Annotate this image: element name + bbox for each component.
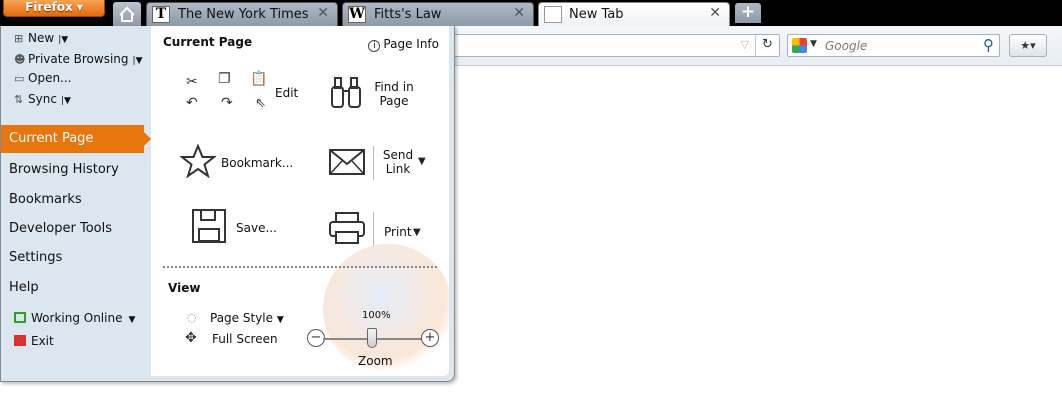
divider (373, 212, 374, 246)
edit-label: Edit (275, 86, 299, 100)
menu-item-new[interactable]: ⊞ New |▼ (14, 31, 68, 45)
blank-page-icon (544, 6, 562, 23)
plus-icon: + (424, 330, 436, 345)
zoom-slider-thumb[interactable] (367, 328, 377, 348)
star-icon[interactable] (180, 144, 216, 178)
tab-label: New Tab (569, 7, 624, 22)
wikipedia-favicon: W (348, 6, 366, 23)
undo-icon[interactable]: ↶ (186, 95, 198, 111)
zoom-in-button[interactable]: + (421, 329, 439, 347)
view-heading: View (168, 281, 201, 295)
page-style-icon: ◌ (187, 311, 197, 324)
binoculars-icon[interactable] (329, 75, 363, 111)
envelope-icon[interactable] (329, 149, 365, 175)
bookmark-star-icon[interactable]: ▽ (741, 38, 749, 51)
menu-item-open[interactable]: ▭ Open... (14, 71, 72, 85)
page-style-button[interactable]: Page Style ▼ (210, 311, 284, 327)
caret-down-icon[interactable]: ▼ (128, 315, 135, 325)
full-screen-button[interactable]: Full Screen (212, 332, 278, 346)
zoom-level: 100% (362, 310, 391, 321)
close-tab-icon[interactable]: ✕ (513, 5, 525, 21)
close-tab-icon[interactable]: ✕ (709, 5, 721, 21)
tab-nytimes[interactable]: T The New York Times ✕ (146, 2, 338, 26)
tab-strip: Firefox ▼ T The New York Times ✕ W Fitts'… (0, 0, 1062, 26)
close-tab-icon[interactable]: ✕ (317, 5, 329, 21)
current-page-pane: Current Page i Page Info ✂ ❐ 📋 ↶ ↷ ⇖ Edit… (151, 26, 449, 376)
bookmarks-icon: ★▾ (1020, 39, 1036, 52)
page-info-button[interactable]: i Page Info (368, 37, 439, 52)
find-in-page-button[interactable]: Find in Page (373, 80, 415, 108)
caret-down-icon[interactable]: ▼ (810, 39, 817, 49)
category-settings[interactable]: Settings (1, 244, 151, 272)
full-screen-icon: ✥ (185, 330, 197, 346)
mask-icon: ☻ (14, 53, 26, 66)
divider (373, 146, 374, 180)
bookmark-button[interactable]: Bookmark... (221, 156, 293, 170)
home-button[interactable] (113, 2, 141, 26)
folder-icon: ▭ (14, 72, 25, 85)
firefox-menu-panel: ⊞ New |▼ ☻ Private Browsing |▼ ▭ Open... ⇅ Syn… (0, 26, 455, 382)
tab-fitts-law[interactable]: W Fitts's Law ✕ (342, 2, 534, 26)
tab-new-tab[interactable]: New Tab ✕ (538, 2, 730, 26)
home-icon (119, 6, 135, 22)
paste-icon[interactable]: 📋 (250, 71, 267, 87)
caret-down-icon[interactable]: ▼ (413, 227, 421, 238)
nytimes-favicon: T (152, 6, 170, 23)
google-icon[interactable] (792, 38, 807, 53)
menu-left-column: ⊞ New |▼ ☻ Private Browsing |▼ ▭ Open... ⇅ Syn… (1, 26, 151, 381)
caret-down-icon: ▼ (76, 3, 83, 12)
select-all-icon[interactable]: ⇖ (255, 96, 266, 111)
section-divider (163, 266, 437, 268)
send-link-button[interactable]: Send Link (381, 148, 415, 176)
reload-icon: ↻ (762, 37, 773, 52)
tab-label: The New York Times (178, 7, 309, 22)
bookmarks-menu-button[interactable]: ★▾ (1009, 34, 1047, 57)
menu-item-exit[interactable]: Exit (14, 334, 54, 348)
plus-icon: + (740, 2, 756, 22)
menu-item-working-online[interactable]: Working Online ▼ (14, 311, 135, 325)
reload-button[interactable]: ↻ (755, 35, 779, 56)
info-icon: i (368, 40, 381, 52)
new-tab-button[interactable]: + (735, 3, 761, 23)
current-page-heading: Current Page (163, 35, 253, 49)
caret-down-icon[interactable]: ▼ (418, 156, 426, 167)
redo-icon[interactable]: ↷ (221, 95, 233, 111)
category-developer-tools[interactable]: Developer Tools (1, 215, 151, 243)
save-disk-icon[interactable] (192, 209, 226, 243)
tab-label: Fitts's Law (374, 7, 442, 22)
category-help[interactable]: Help (1, 274, 151, 302)
caret-down-icon[interactable]: |▼ (58, 35, 68, 45)
search-placeholder: Google (825, 39, 868, 53)
url-bar[interactable]: ▽ ↻ (440, 34, 780, 57)
category-browsing-history[interactable]: Browsing History (1, 156, 151, 184)
exit-icon (14, 335, 26, 346)
new-window-icon: ⊞ (14, 32, 24, 45)
firefox-menu-button[interactable]: Firefox ▼ (3, 0, 105, 17)
zoom-label: Zoom (358, 354, 393, 368)
printer-icon[interactable] (328, 211, 366, 245)
print-button[interactable]: Print (384, 225, 412, 239)
monitor-icon (14, 312, 26, 323)
save-button[interactable]: Save... (236, 221, 277, 235)
category-bookmarks[interactable]: Bookmarks (1, 186, 151, 214)
caret-down-icon[interactable]: |▼ (133, 56, 143, 66)
search-icon[interactable]: ⚲ (983, 36, 994, 54)
caret-down-icon[interactable]: |▼ (61, 96, 71, 106)
sync-icon: ⇅ (14, 93, 24, 106)
cut-icon[interactable]: ✂ (186, 74, 198, 90)
copy-icon[interactable]: ❐ (218, 71, 231, 87)
menu-item-sync[interactable]: ⇅ Sync |▼ (14, 92, 71, 106)
category-current-page[interactable]: Current Page (1, 125, 151, 153)
menu-item-private-browsing[interactable]: ☻ Private Browsing |▼ (14, 52, 143, 66)
minus-icon: − (310, 330, 322, 345)
caret-down-icon: ▼ (276, 315, 284, 325)
search-bar[interactable]: ▼ Google ⚲ (787, 34, 1000, 57)
